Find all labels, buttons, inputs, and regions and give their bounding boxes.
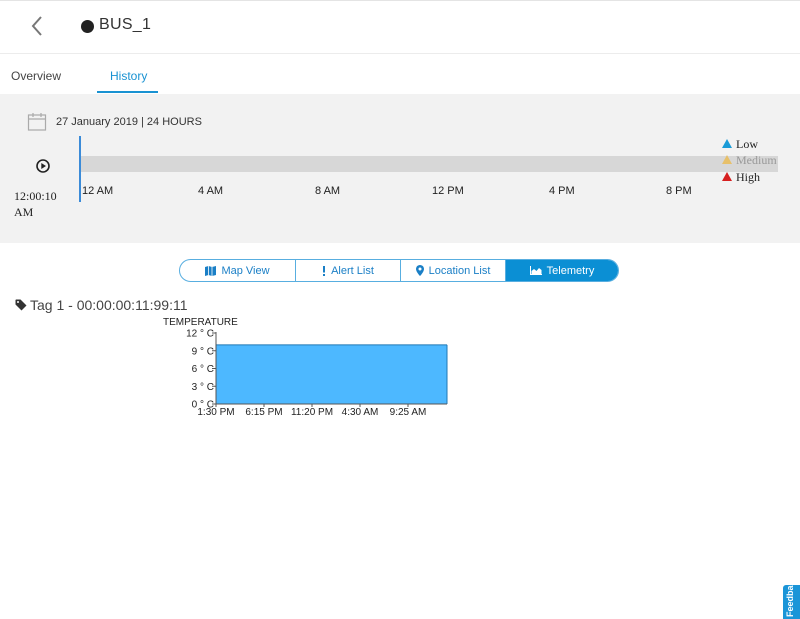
timeline-cursor[interactable] xyxy=(79,136,81,202)
legend-item-high: High xyxy=(722,170,760,185)
tag-label: Tag 1 - 00:00:00:11:99:11 xyxy=(30,297,188,313)
location-list-button[interactable]: Location List xyxy=(401,260,506,281)
button-label: Location List xyxy=(428,264,491,277)
x-tick-label: 11:20 PM xyxy=(291,407,333,418)
status-dot-icon xyxy=(81,20,94,33)
timeline-track[interactable] xyxy=(80,156,778,172)
x-tick-label: 1:30 PM xyxy=(197,407,234,418)
tab-overview[interactable]: Overview xyxy=(11,69,61,83)
button-label: Map View xyxy=(221,264,270,277)
chart-title: TEMPERATURE xyxy=(163,317,238,328)
tag-icon xyxy=(15,298,27,311)
timeline-tick: 8 PM xyxy=(666,185,692,197)
timeline-tick: 12 AM xyxy=(82,185,114,197)
triangle-icon xyxy=(722,155,732,164)
page-title: BUS_1 xyxy=(99,16,152,33)
calendar-icon[interactable] xyxy=(27,112,47,132)
button-label: Telemetry xyxy=(546,264,595,277)
current-time-label: 12:00:10 AM xyxy=(14,189,57,219)
play-icon[interactable] xyxy=(36,159,50,173)
temperature-chart: TEMPERATURE0 ° C3 ° C6 ° C9 ° C12 ° C1:3… xyxy=(163,317,448,418)
timeline-tick: 4 PM xyxy=(549,185,575,197)
active-tab-indicator xyxy=(97,91,158,93)
map-icon xyxy=(205,265,217,276)
area-chart-icon xyxy=(529,266,542,275)
feedback-tab[interactable]: Feedback xyxy=(783,585,800,619)
y-tick-label: 6 ° C xyxy=(192,364,214,375)
exclamation-icon xyxy=(322,265,326,276)
feedback-label: Feedback xyxy=(785,585,795,617)
triangle-icon xyxy=(722,139,732,148)
location-pin-icon xyxy=(415,265,424,276)
legend-item-medium: Medium xyxy=(722,153,777,168)
legend-label: Medium xyxy=(736,153,777,167)
y-tick-label: 9 ° C xyxy=(192,346,214,357)
alert-list-button[interactable]: Alert List xyxy=(296,260,401,281)
legend-label: Low xyxy=(736,137,758,151)
x-tick-label: 4:30 AM xyxy=(342,407,379,418)
legend-item-low: Low xyxy=(722,137,758,152)
tab-history[interactable]: History xyxy=(110,69,147,83)
back-chevron-icon[interactable] xyxy=(30,14,46,38)
map-view-button[interactable]: Map View xyxy=(180,260,296,281)
timeline-tick: 8 AM xyxy=(315,185,341,197)
y-tick-label: 3 ° C xyxy=(192,382,214,393)
y-tick-label: 12 ° C xyxy=(186,329,214,340)
legend-label: High xyxy=(736,170,760,184)
x-tick-label: 9:25 AM xyxy=(390,407,427,418)
date-range-label: 27 January 2019 | 24 HOURS xyxy=(56,116,202,128)
button-label: Alert List xyxy=(331,264,374,277)
temperature-area xyxy=(216,344,447,404)
x-tick-label: 6:15 PM xyxy=(245,407,282,418)
telemetry-button[interactable]: Telemetry xyxy=(506,260,618,281)
timeline-tick: 12 PM xyxy=(432,185,464,197)
timeline-tick: 4 AM xyxy=(198,185,224,197)
triangle-icon xyxy=(722,172,732,181)
view-switcher: Map View Alert List Location List Teleme… xyxy=(179,259,619,282)
